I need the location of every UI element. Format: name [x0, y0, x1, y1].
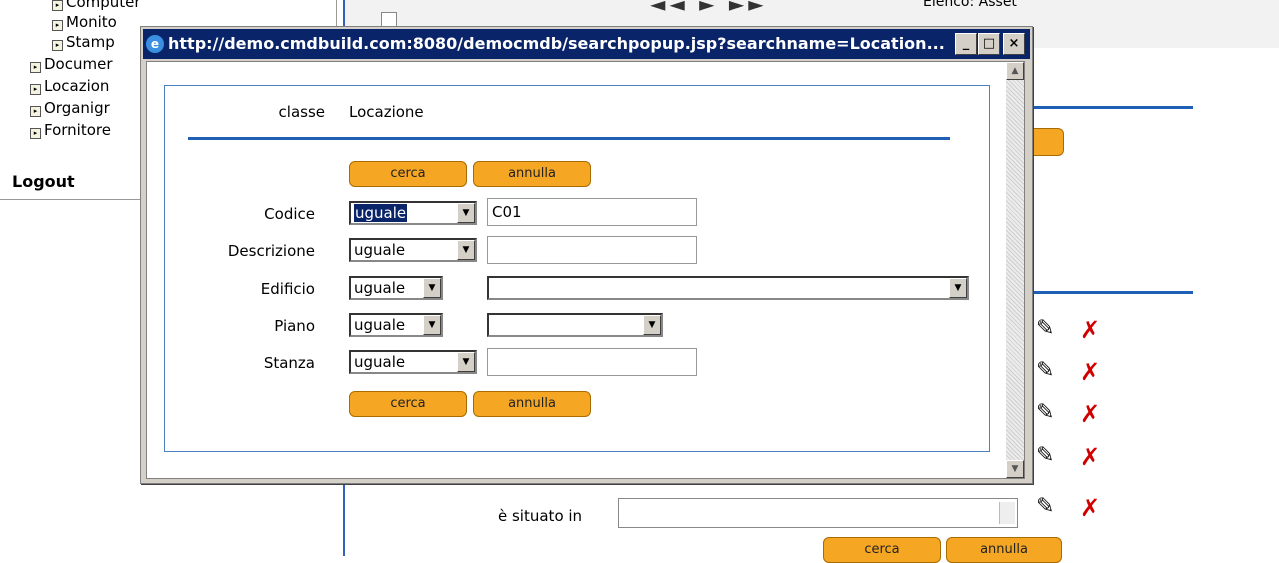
tree-item-stampanti[interactable]: ▸ Stamp: [52, 33, 115, 51]
dropdown-arrow-icon[interactable]: ▼: [457, 240, 475, 260]
delete-icon[interactable]: ✗: [1080, 443, 1100, 471]
row-actions: ✎ ✗: [1030, 358, 1120, 388]
edit-icon[interactable]: ✎: [1036, 358, 1054, 383]
section-rule: [1033, 106, 1193, 109]
close-button[interactable]: ×: [1003, 33, 1025, 55]
descrizione-input[interactable]: [487, 236, 697, 264]
tree-expand-icon[interactable]: ▸: [30, 128, 41, 139]
delete-icon[interactable]: ✗: [1080, 400, 1100, 428]
scroll-down-icon[interactable]: ▼: [1006, 460, 1024, 478]
codice-operator-select[interactable]: uguale ▼: [349, 201, 477, 225]
edit-icon[interactable]: ✎: [1036, 443, 1054, 468]
situato-field[interactable]: [618, 498, 1018, 528]
tree-expand-icon[interactable]: ▸: [30, 62, 41, 73]
tree-expand-icon[interactable]: ▸: [30, 84, 41, 95]
scroll-track[interactable]: [1006, 80, 1024, 460]
section-rule: [1033, 291, 1193, 294]
delete-icon[interactable]: ✗: [1080, 494, 1100, 522]
tree-item-label: Stamp: [66, 33, 115, 51]
search-popup-window: e http://demo.cmdbuild.com:8080/democmdb…: [140, 26, 1033, 484]
field-label-edificio: Edificio: [260, 280, 315, 298]
popup-title: http://demo.cmdbuild.com:8080/democmdb/s…: [168, 34, 945, 53]
tree-item-locazioni[interactable]: ▸ Locazion: [30, 77, 109, 95]
tree-expand-icon[interactable]: ▸: [52, 0, 63, 11]
tree-item-label: Computer: [66, 0, 141, 11]
row-actions: ✎ ✗: [1030, 400, 1120, 430]
edificio-value-select[interactable]: ▼: [487, 276, 969, 300]
edificio-operator-select[interactable]: uguale ▼: [349, 276, 443, 300]
field-label-codice: Codice: [264, 205, 315, 223]
stanza-input[interactable]: [487, 348, 697, 376]
vertical-scrollbar[interactable]: ▲ ▼: [1006, 62, 1024, 478]
dropdown-arrow-icon[interactable]: ▼: [423, 278, 441, 298]
spinner-icon[interactable]: [999, 502, 1015, 524]
bg-cancel-button[interactable]: annulla: [946, 537, 1062, 563]
tree-item-label: Locazion: [44, 77, 110, 95]
situato-label: è situato in: [498, 507, 583, 525]
scroll-up-icon[interactable]: ▲: [1006, 62, 1024, 80]
tree-item-label: Monito: [66, 13, 117, 31]
minimize-button[interactable]: _: [955, 33, 977, 55]
operator-value: uguale: [354, 316, 406, 334]
header-rule: [188, 137, 950, 140]
tree-item-organigramma[interactable]: ▸ Organigr: [30, 99, 110, 117]
tree-item-fornitore[interactable]: ▸ Fornitore: [30, 121, 111, 139]
operator-value: uguale: [354, 353, 406, 371]
popup-client-area: ▲ ▼ classe Locazione cerca annulla Codic…: [146, 61, 1025, 479]
cancel-button-top[interactable]: annulla: [473, 161, 591, 187]
row-actions: ✎ ✗: [1030, 316, 1120, 346]
piano-value-select[interactable]: ▼: [487, 313, 663, 337]
delete-icon[interactable]: ✗: [1080, 316, 1100, 344]
tree-expand-icon[interactable]: ▸: [30, 106, 41, 117]
class-value: Locazione: [349, 103, 424, 121]
dropdown-arrow-icon[interactable]: ▼: [457, 203, 475, 223]
edit-icon[interactable]: ✎: [1036, 316, 1054, 341]
logout-link[interactable]: Logout: [12, 172, 75, 191]
maximize-button[interactable]: □: [978, 33, 1000, 55]
edit-icon[interactable]: ✎: [1036, 400, 1054, 425]
class-label: classe: [278, 103, 325, 121]
descrizione-operator-select[interactable]: uguale ▼: [349, 238, 477, 262]
tree-item-label: Documer: [44, 55, 113, 73]
bg-partial-button[interactable]: [1030, 128, 1064, 156]
field-label-stanza: Stanza: [263, 354, 315, 372]
search-button-top[interactable]: cerca: [349, 161, 467, 187]
tree-item-computer[interactable]: ▸ Computer: [52, 0, 141, 11]
edit-icon[interactable]: ✎: [1036, 494, 1054, 519]
operator-value: uguale: [354, 279, 406, 297]
popup-titlebar[interactable]: e http://demo.cmdbuild.com:8080/democmdb…: [143, 29, 1030, 59]
tree-item-label: Organigr: [44, 99, 110, 117]
bg-search-button[interactable]: cerca: [823, 537, 941, 563]
dropdown-arrow-icon[interactable]: ▼: [949, 278, 967, 298]
search-button-bottom[interactable]: cerca: [349, 391, 467, 417]
pagination-arrows[interactable]: ◄◄ ► ►►: [650, 0, 768, 16]
row-actions: ✎ ✗: [1030, 443, 1120, 473]
search-form-panel: classe Locazione cerca annulla Codice ug…: [164, 85, 990, 452]
codice-input[interactable]: C01: [487, 198, 697, 226]
tree-item-monitor[interactable]: ▸ Monito: [52, 13, 117, 31]
dropdown-arrow-icon[interactable]: ▼: [457, 352, 475, 372]
piano-operator-select[interactable]: uguale ▼: [349, 313, 443, 337]
operator-value: uguale: [354, 241, 406, 259]
cancel-button-bottom[interactable]: annulla: [473, 391, 591, 417]
row-actions: ✎ ✗: [1030, 494, 1120, 524]
tree-expand-icon[interactable]: ▸: [52, 40, 63, 51]
dropdown-arrow-icon[interactable]: ▼: [423, 315, 441, 335]
tree-expand-icon[interactable]: ▸: [52, 20, 63, 31]
field-label-descrizione: Descrizione: [227, 242, 315, 260]
list-title: Elenco: Asset: [923, 0, 1017, 10]
field-label-piano: Piano: [274, 317, 315, 335]
stanza-operator-select[interactable]: uguale ▼: [349, 350, 477, 374]
dropdown-arrow-icon[interactable]: ▼: [643, 315, 661, 335]
tree-item-label: Fornitore: [44, 121, 111, 139]
delete-icon[interactable]: ✗: [1080, 358, 1100, 386]
ie-icon: e: [146, 35, 164, 53]
tree-item-documenti[interactable]: ▸ Documer: [30, 55, 113, 73]
operator-value: uguale: [354, 204, 408, 222]
